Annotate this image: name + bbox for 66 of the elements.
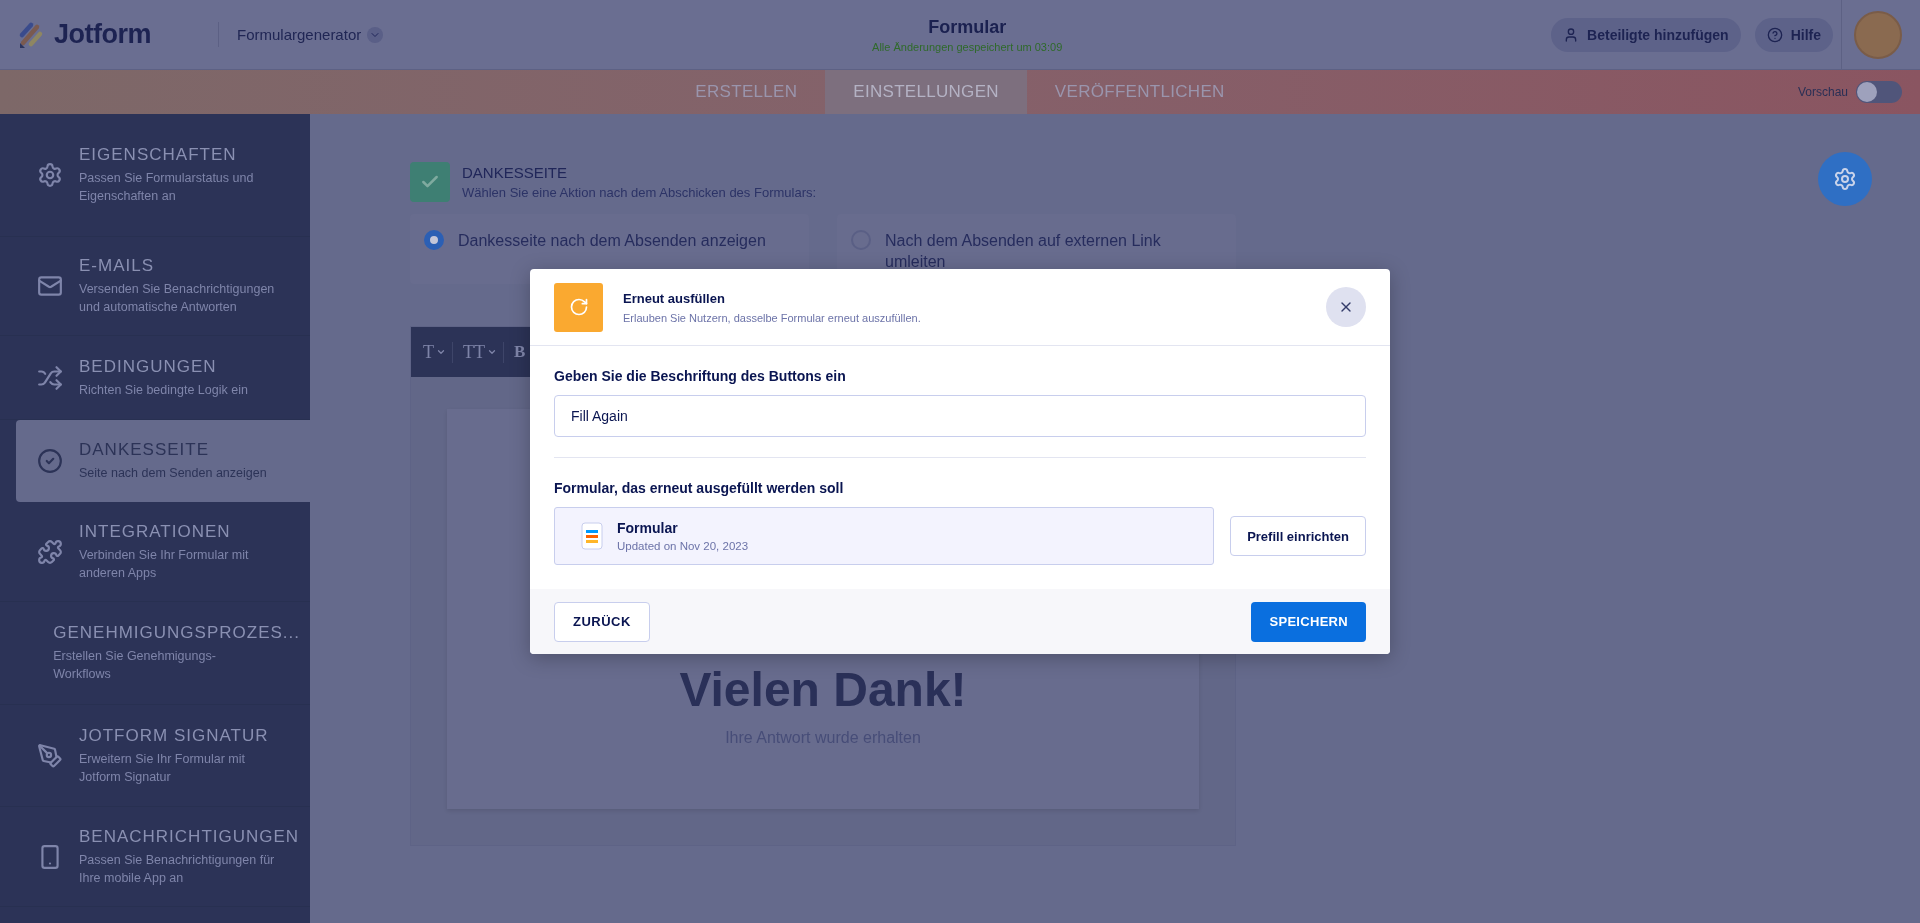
invite-button[interactable]: Beteiligte hinzufügen	[1551, 17, 1741, 52]
check-circle-icon	[37, 448, 63, 474]
sidebar-item-description: Versenden Sie Benachrichtigungen und automatische Antworten	[79, 281, 276, 316]
sidebar-item-description: Erstellen Sie Genehmigungs-Workflows	[53, 648, 217, 683]
field-label: Formular, das erneut ausgefüllt werden soll	[554, 480, 845, 496]
input-field[interactable]: Fill Again	[554, 395, 1366, 437]
section-title: DANKESSEITE	[462, 164, 569, 181]
sidebar-item-description: Passen Sie Benachrichtigungen für Ihre mobile App an	[79, 851, 276, 887]
settings-button[interactable]	[1818, 152, 1872, 206]
shuffle-icon	[37, 364, 63, 391]
sidebar-item[interactable]: EIGENSCHAFTEN Passen Sie Formularstatus und Eigenschaften an	[0, 114, 310, 237]
back-button[interactable]: ZURÜCK	[554, 601, 650, 642]
logo-text: Jotform	[54, 19, 151, 50]
toolbar-button[interactable]: T	[417, 341, 453, 363]
form-date: Updated on Nov 20, 2023	[617, 540, 749, 552]
field-label: Geben Sie die Beschriftung des Buttons ein	[554, 368, 847, 384]
help-button[interactable]: Hilfe	[1754, 17, 1833, 52]
builder-menu[interactable]: Formulargenerator	[218, 22, 384, 47]
sidebar-item-title: INTEGRATIONEN	[79, 521, 232, 542]
save-button[interactable]: SPEICHERN	[1251, 601, 1366, 642]
form-icon	[581, 522, 603, 550]
sidebar-item[interactable]: GENEHMIGUNGSPROZES... Erstellen Sie Genehmigungs-Workflows	[0, 602, 310, 705]
close-button[interactable]	[1326, 287, 1366, 327]
sidebar-item-description: Richten Sie bedingte Logik ein	[79, 381, 249, 399]
caret-icon	[487, 347, 497, 357]
sidebar-item-title: BEDINGUNGEN	[79, 356, 218, 377]
option-label: Dankesseite nach dem Absenden anzeigen	[458, 231, 766, 251]
save-status: Alle Änderungen gespeichert um 03:09	[872, 40, 1063, 53]
sidebar-item-title: JOTFORM SIGNATUR	[79, 725, 270, 746]
prefill-button[interactable]: Prefill einrichten	[1230, 516, 1366, 556]
sidebar-item[interactable]: DANKESSEITE Seite nach dem Senden anzeigen	[16, 420, 310, 502]
sidebar-item-title: DANKESSEITE	[79, 440, 211, 460]
caret-icon	[436, 347, 446, 357]
puzzle-icon	[37, 538, 63, 565]
modal-subtitle: Erlauben Sie Nutzern, dasselbe Formular erneut auszufüllen.	[623, 311, 922, 324]
toolbar-button[interactable]: TT	[457, 341, 504, 363]
thank-you-heading: Vielen Dank!	[679, 662, 967, 717]
sidebar-item-title: E-MAILS	[79, 256, 156, 276]
sidebar-item[interactable]: E-MAILS Versenden Sie Benachrichtigungen und automatische Antworten	[0, 237, 310, 336]
sidebar-item-description: Erweitern Sie Ihr Formular mit Jotform Signatur	[79, 750, 246, 786]
form-title: Formular	[928, 16, 1007, 38]
sidebar-item-title: BENACHRICHTIGUNGEN	[79, 826, 300, 847]
sidebar-item-title: EIGENSCHAFTEN	[79, 145, 238, 165]
settings-icon	[1833, 167, 1857, 191]
sidebar-item-description: Passen Sie Formularstatus und Eigenschaften an	[79, 170, 255, 205]
section-subtitle: Wählen Sie eine Aktion nach dem Abschicken des Formulars:	[462, 185, 817, 200]
refresh-icon	[554, 282, 603, 332]
modal-title: Erneut ausfüllen	[623, 290, 726, 306]
option-label: Nach dem Absenden auf externen Link umleiten	[885, 231, 1162, 272]
preview-label: Vorschau	[1797, 85, 1848, 99]
check-badge-icon	[410, 162, 450, 202]
nav-tab[interactable]: EINSTELLUNGEN	[825, 70, 1027, 114]
form-name: Formular	[617, 520, 679, 536]
sidebar-item-description: Seite nach dem Senden anzeigen	[79, 465, 268, 482]
sidebar-item[interactable]: INTEGRATIONEN Verbinden Sie Ihr Formular mit anderen Apps	[0, 502, 310, 602]
sidebar-item[interactable]: BENACHRICHTIGUNGEN Passen Sie Benachrichtigungen für Ihre mobile App an	[0, 807, 310, 907]
envelope-icon	[37, 273, 63, 299]
sidebar-item-description: Verbinden Sie Ihr Formular mit anderen Apps	[79, 546, 250, 582]
form-card[interactable]: Formular Updated on Nov 20, 2023	[554, 507, 1215, 565]
preview-toggle[interactable]	[1856, 81, 1902, 103]
sidebar-item-title: GENEHMIGUNGSPROZES...	[53, 623, 300, 643]
help-icon	[1766, 26, 1783, 43]
settings-icon	[37, 162, 63, 188]
pen-icon	[37, 742, 63, 769]
radio-button[interactable]	[424, 230, 444, 250]
sidebar-item[interactable]: JOTFORM SIGNATUR Erweitern Sie Ihr Formular mit Jotform Signatur	[0, 705, 310, 807]
